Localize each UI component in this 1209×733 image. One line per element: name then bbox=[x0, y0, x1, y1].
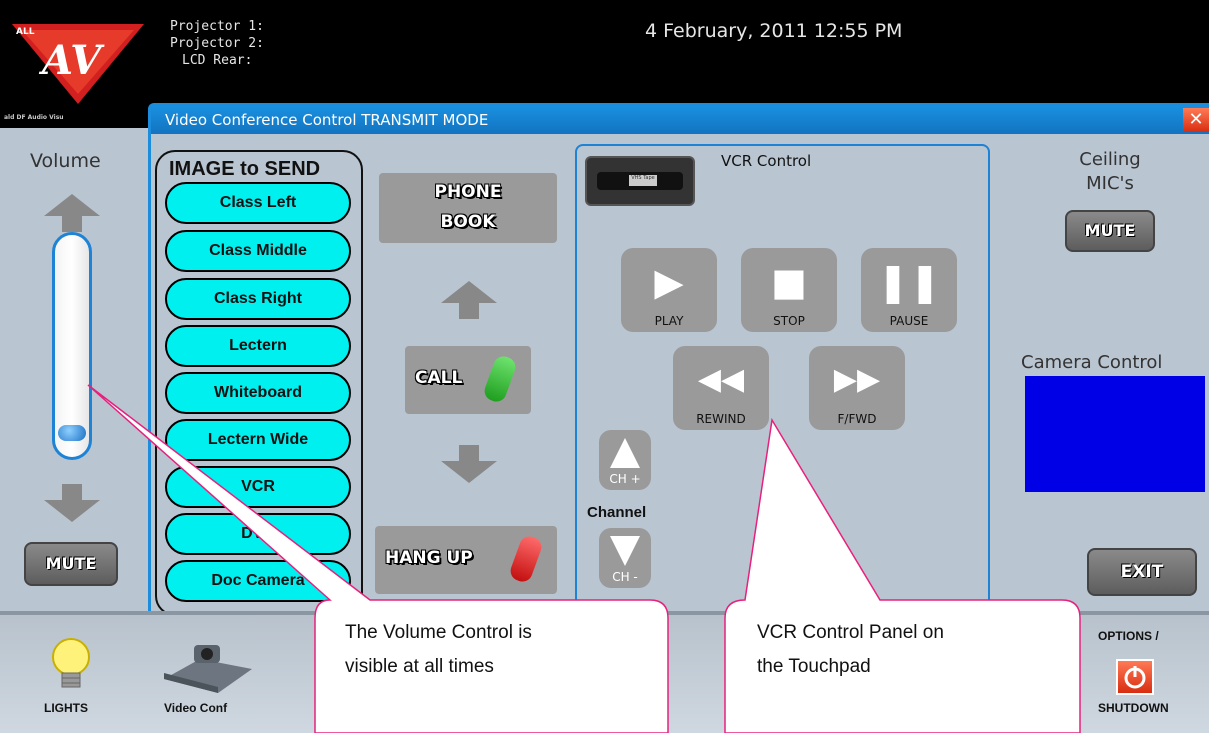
source-vcr-button[interactable]: VCR bbox=[165, 466, 351, 508]
pause-button[interactable]: ❚❚ PAUSE bbox=[861, 248, 957, 332]
camera-control-label: Camera Control bbox=[1021, 352, 1163, 373]
camera-down-arrow-icon[interactable] bbox=[441, 445, 497, 483]
logo-tagline: ald DF Audio Visu bbox=[4, 114, 64, 121]
window-title: Video Conference Control TRANSMIT MODE bbox=[165, 111, 489, 129]
volume-down-arrow-icon[interactable] bbox=[44, 484, 100, 522]
ceiling-mics-label-line1: Ceiling bbox=[1079, 149, 1141, 170]
phone-book-label-line1: PHONE bbox=[434, 182, 502, 202]
projector-1-status: Projector 1: bbox=[170, 19, 264, 34]
channel-up-label: CH + bbox=[609, 472, 641, 486]
video-conf-label[interactable]: Video Conf bbox=[164, 701, 227, 715]
fast-forward-button[interactable]: ▶▶ F/FWD bbox=[809, 346, 905, 430]
call-button[interactable]: CALL bbox=[405, 346, 531, 414]
source-class-right-button[interactable]: Class Right bbox=[165, 278, 351, 320]
volume-panel: Volume MUTE bbox=[0, 128, 148, 611]
source-class-middle-button[interactable]: Class Middle bbox=[165, 230, 351, 272]
ceiling-mics-mute-button[interactable]: MUTE bbox=[1065, 210, 1155, 252]
channel-down-button[interactable]: CH - bbox=[599, 528, 651, 588]
source-lectern-button[interactable]: Lectern bbox=[165, 325, 351, 367]
vcr-control-title: VCR Control bbox=[721, 152, 812, 170]
video-conference-window: Video Conference Control TRANSMIT MODE ✕… bbox=[148, 103, 1209, 618]
rewind-label: REWIND bbox=[696, 412, 746, 426]
call-label: CALL bbox=[415, 368, 463, 388]
phone-book-label-line2: BOOK bbox=[440, 212, 496, 232]
vcr-callout-text: VCR Control Panel on the Touchpad bbox=[757, 622, 944, 677]
window-titlebar: Video Conference Control TRANSMIT MODE ✕ bbox=[151, 106, 1209, 134]
power-icon bbox=[1124, 666, 1146, 689]
exit-button[interactable]: EXIT bbox=[1087, 548, 1197, 596]
play-label: PLAY bbox=[654, 314, 684, 328]
volume-slider[interactable] bbox=[52, 232, 92, 460]
fast-forward-label: F/FWD bbox=[837, 412, 877, 426]
stop-label: STOP bbox=[773, 314, 805, 328]
volume-up-arrow-icon[interactable] bbox=[44, 194, 100, 232]
camera-up-arrow-icon[interactable] bbox=[441, 281, 497, 319]
light-bulb-icon[interactable] bbox=[48, 637, 94, 695]
volume-mute-button[interactable]: MUTE bbox=[24, 542, 118, 586]
bottom-bar: LIGHTS Video Conf OPTIONS / SHUTDOWN bbox=[0, 611, 1209, 733]
stop-icon: ■ bbox=[771, 260, 807, 304]
volume-callout-text: The Volume Control is visible at all tim… bbox=[345, 622, 532, 677]
green-phone-icon bbox=[481, 353, 519, 405]
volume-label: Volume bbox=[30, 150, 101, 172]
lcd-rear-status: LCD Rear: bbox=[182, 53, 253, 68]
svg-text:AV: AV bbox=[38, 37, 105, 84]
vhs-tape-icon: VHS Tape bbox=[585, 156, 695, 206]
ceiling-mics-label-line2: MIC's bbox=[1086, 173, 1134, 194]
date-time: 4 February, 2011 12:55 PM bbox=[645, 20, 903, 42]
source-dvd-button[interactable]: DVD bbox=[165, 513, 351, 555]
vhs-tape-label: VHS Tape bbox=[629, 175, 657, 186]
stop-button[interactable]: ■ STOP bbox=[741, 248, 837, 332]
channel-up-icon bbox=[610, 438, 640, 468]
play-icon: ▶ bbox=[654, 260, 684, 304]
image-to-send-panel: IMAGE to SEND Class Left Class Middle Cl… bbox=[155, 150, 363, 616]
pause-icon: ❚❚ bbox=[877, 260, 941, 304]
fast-forward-icon: ▶▶ bbox=[833, 362, 881, 397]
options-label: OPTIONS / bbox=[1098, 629, 1159, 643]
channel-down-icon bbox=[610, 536, 640, 566]
channel-down-label: CH - bbox=[612, 570, 638, 584]
vcr-control-panel: VCR Control VHS Tape ▶ PLAY ■ STOP ❚❚ PA… bbox=[575, 144, 990, 618]
shutdown-button[interactable] bbox=[1116, 659, 1154, 695]
close-button[interactable]: ✕ bbox=[1183, 108, 1209, 132]
phone-book-button[interactable]: PHONE BOOK bbox=[379, 173, 557, 243]
ceiling-mics-label: Ceiling MIC's bbox=[1055, 148, 1165, 196]
red-phone-icon bbox=[507, 533, 545, 585]
pause-label: PAUSE bbox=[889, 314, 929, 328]
hang-up-label: HANG UP bbox=[385, 548, 473, 568]
lights-label[interactable]: LIGHTS bbox=[44, 701, 88, 715]
rewind-icon: ◀◀ bbox=[697, 362, 745, 397]
source-doc-camera-button[interactable]: Doc Camera bbox=[165, 560, 351, 602]
shutdown-label: SHUTDOWN bbox=[1098, 701, 1169, 715]
volume-slider-knob[interactable] bbox=[58, 425, 86, 442]
rewind-button[interactable]: ◀◀ REWIND bbox=[673, 346, 769, 430]
camera-preview[interactable] bbox=[1025, 376, 1205, 492]
source-class-left-button[interactable]: Class Left bbox=[165, 182, 351, 224]
channel-up-button[interactable]: CH + bbox=[599, 430, 651, 490]
source-whiteboard-button[interactable]: Whiteboard bbox=[165, 372, 351, 414]
svg-text:ALL: ALL bbox=[16, 27, 35, 37]
channel-label: Channel bbox=[587, 504, 647, 521]
hang-up-button[interactable]: HANG UP bbox=[375, 526, 557, 594]
video-conference-unit-icon[interactable] bbox=[160, 639, 256, 695]
projector-2-status: Projector 2: bbox=[170, 36, 264, 51]
play-button[interactable]: ▶ PLAY bbox=[621, 248, 717, 332]
source-lectern-wide-button[interactable]: Lectern Wide bbox=[165, 419, 351, 461]
image-to-send-title: IMAGE to SEND bbox=[169, 158, 321, 180]
all-av-logo: ALL AV bbox=[12, 24, 144, 104]
